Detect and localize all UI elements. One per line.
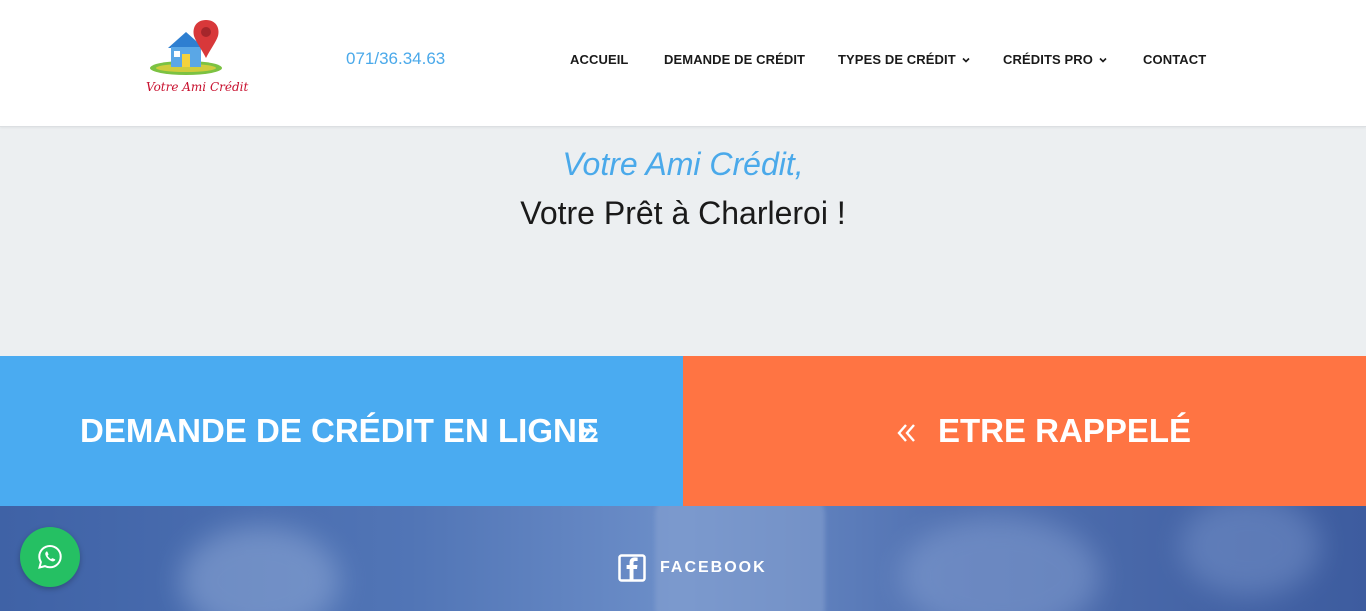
nav-item-demande-de-credit[interactable]: DEMANDE DE CRÉDIT xyxy=(664,52,805,67)
double-chevron-right-icon xyxy=(580,424,598,442)
background-blur xyxy=(900,516,1100,611)
nav-item-label: CONTACT xyxy=(1143,52,1207,67)
chevron-down-icon xyxy=(962,57,970,63)
nav-item-contact[interactable]: CONTACT xyxy=(1143,52,1206,67)
whatsapp-icon xyxy=(38,544,62,569)
nav-item-accueil[interactable]: ACCUEIL xyxy=(570,52,628,67)
facebook-label: FACEBOOK xyxy=(660,559,767,576)
house-pin-logo-icon xyxy=(150,20,222,75)
callback-request-label: ETRE RAPPELÉ xyxy=(938,412,1192,449)
background-blur xyxy=(180,526,340,611)
hero-subtitle: Votre Ami Crédit, xyxy=(562,146,804,182)
main-nav: ACCUEIL DEMANDE DE CRÉDIT TYPES DE CRÉDI… xyxy=(0,52,1366,70)
social-section: FACEBOOK xyxy=(0,506,1366,611)
nav-item-label: TYPES DE CRÉDIT xyxy=(838,52,956,67)
online-credit-request-button[interactable]: DEMANDE DE CRÉDIT EN LIGNE xyxy=(0,356,683,506)
facebook-icon xyxy=(618,554,646,582)
nav-item-label: CRÉDITS PRO xyxy=(1003,52,1093,67)
background-blur xyxy=(1180,506,1320,596)
callback-request-button[interactable]: ETRE RAPPELÉ xyxy=(683,356,1366,506)
online-credit-request-label: DEMANDE DE CRÉDIT EN LIGNE xyxy=(80,412,599,449)
nav-item-credits-pro[interactable]: CRÉDITS PRO xyxy=(1003,52,1107,67)
nav-item-types-de-credit[interactable]: TYPES DE CRÉDIT xyxy=(838,52,970,67)
hero-title: Votre Prêt à Charleroi ! xyxy=(520,195,846,231)
nav-item-label: ACCUEIL xyxy=(570,52,629,67)
logo-text: Votre Ami Crédit xyxy=(146,80,249,94)
nav-item-label: DEMANDE DE CRÉDIT xyxy=(664,52,806,67)
facebook-link[interactable]: FACEBOOK xyxy=(618,554,767,582)
whatsapp-button[interactable] xyxy=(20,527,80,587)
double-chevron-left-icon xyxy=(897,424,915,442)
site-header: Votre Ami Crédit 071/36.34.63 ACCUEIL DE… xyxy=(0,0,1366,127)
chevron-down-icon xyxy=(1099,57,1107,63)
